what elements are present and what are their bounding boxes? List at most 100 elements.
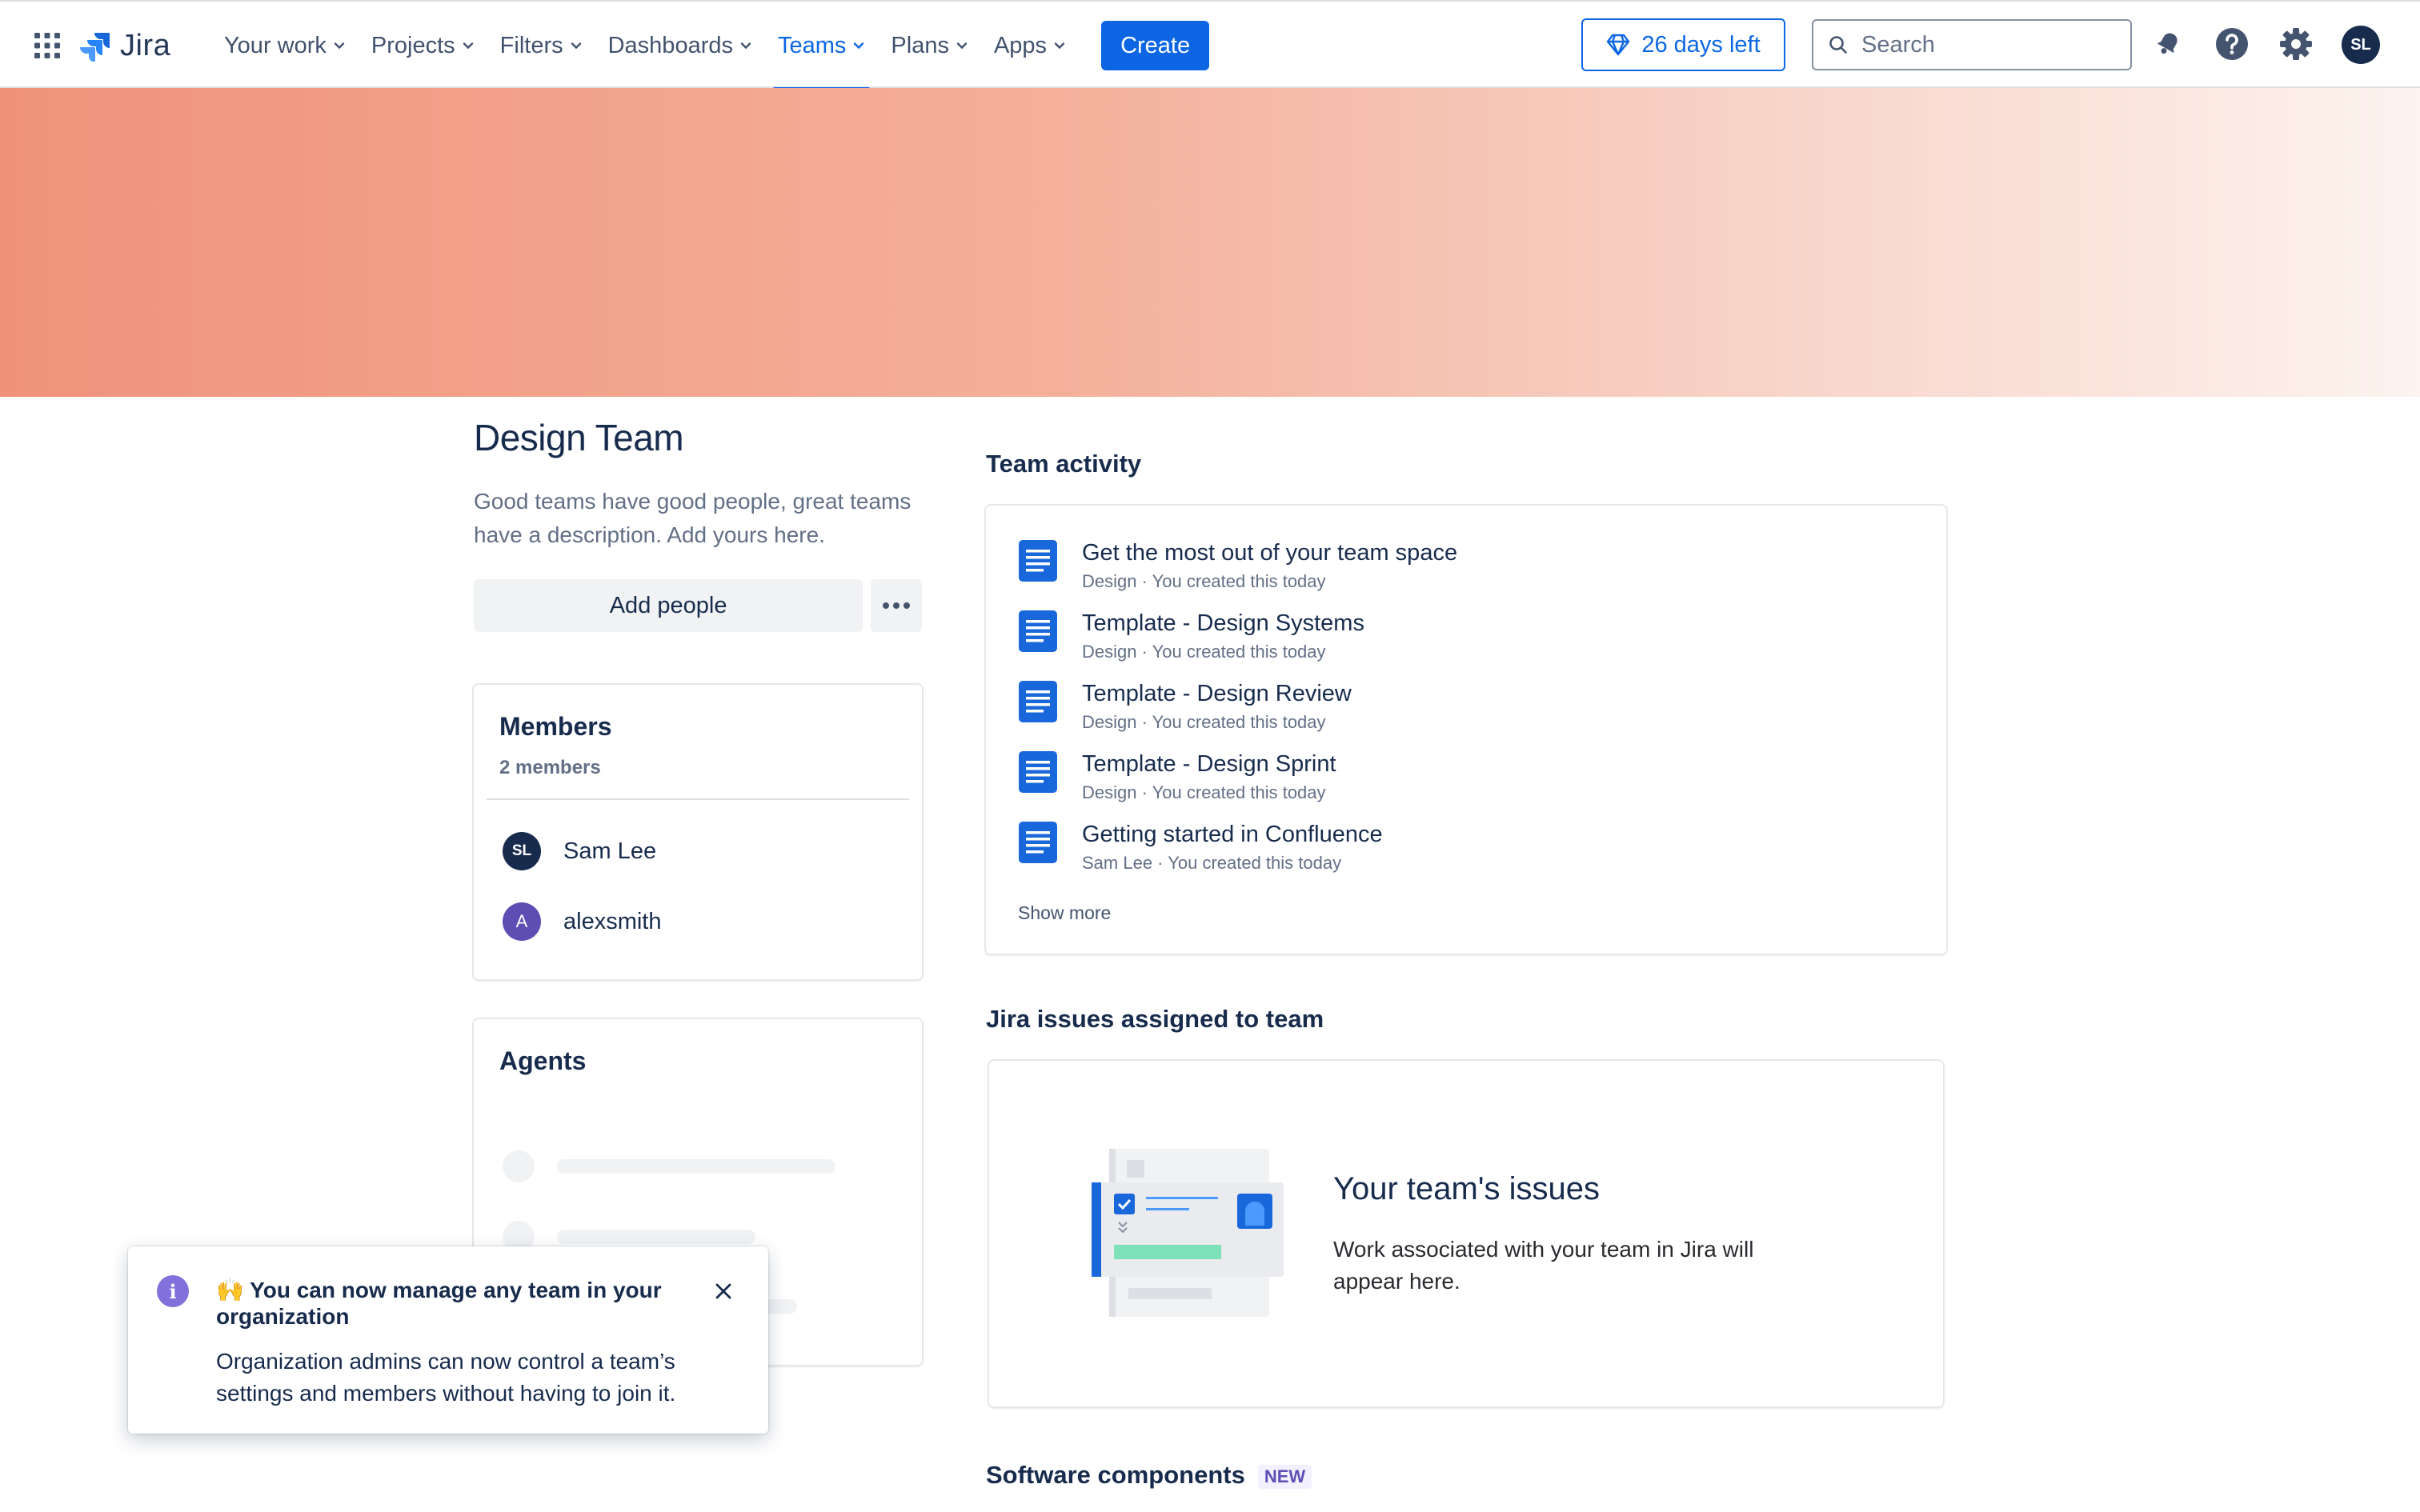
issues-empty-heading: Your team's issues: [1333, 1171, 1600, 1206]
close-icon: [715, 1283, 731, 1299]
activity-title: Getting started in Confluence: [1082, 822, 1383, 847]
chevron-down-icon: [571, 42, 581, 50]
search-input[interactable]: [1860, 30, 2119, 59]
create-button[interactable]: Create: [1101, 21, 1210, 70]
document-icon: [1019, 540, 1057, 582]
nav-label: Filters: [499, 32, 563, 58]
activity-item[interactable]: Get the most out of your team space Desig…: [1018, 539, 1457, 592]
loading-skeleton-avatar: [503, 1150, 535, 1182]
nav-dashboards[interactable]: Dashboards: [595, 2, 765, 90]
avatar: SL: [503, 832, 541, 870]
team-title: Design Team: [474, 417, 684, 458]
apps-grid-icon[interactable]: [34, 32, 61, 59]
activity-title: Get the most out of your team space: [1082, 540, 1458, 566]
activity-item[interactable]: Getting started in Confluence Sam Lee · Y…: [1018, 821, 1383, 874]
activity-meta: Sam Lee · You created this today: [1082, 853, 1342, 873]
avatar: A: [503, 902, 541, 941]
nav-projects[interactable]: Projects: [359, 2, 487, 90]
document-icon: [1019, 751, 1057, 793]
empty-issues-illustration: [1092, 1149, 1284, 1317]
settings-gear-icon: [2280, 28, 2312, 60]
help-icon: [2216, 28, 2248, 60]
activity-meta: Design · You created this today: [1082, 782, 1326, 802]
search-icon: [1829, 36, 1847, 54]
activity-meta: Design · You created this today: [1082, 571, 1326, 591]
nav-label: Teams: [777, 32, 847, 58]
chevron-down-icon: [1054, 42, 1065, 50]
nav-label: Your work: [224, 32, 327, 58]
main-nav: Your work Projects Filters Dashboards Te…: [211, 2, 1210, 91]
nav-label: Plans: [891, 32, 949, 58]
nav-filters[interactable]: Filters: [487, 2, 595, 90]
document-icon: [1019, 822, 1057, 863]
gem-icon: [1607, 34, 1630, 56]
more-horizontal-icon: [883, 602, 911, 609]
activity-item[interactable]: Template - Design Systems Design · You cr…: [1018, 610, 1364, 662]
info-flag-notification: i 🙌 You can now manage any team in your …: [128, 1246, 768, 1434]
user-avatar[interactable]: SL: [2342, 26, 2380, 64]
activity-meta: Design · You created this today: [1082, 642, 1326, 662]
members-card: Members 2 members SL Sam Lee A alexsmith: [474, 685, 922, 979]
add-people-button[interactable]: Add people: [474, 579, 863, 632]
issues-empty-description: Work associated with your team in Jira w…: [1333, 1237, 1754, 1294]
jira-logo-icon: [80, 33, 110, 62]
more-actions-button[interactable]: [871, 579, 922, 632]
trial-label: 26 days left: [1641, 31, 1761, 58]
top-navigation-bar: Jira Your work Projects Filters Dashboar…: [0, 0, 2420, 91]
member-row[interactable]: SL Sam Lee: [503, 832, 656, 870]
chevron-down-icon: [740, 42, 751, 50]
notification-bell-icon: [2157, 33, 2178, 54]
member-name: Sam Lee: [563, 838, 657, 864]
nav-label: Projects: [371, 32, 455, 58]
team-activity-heading: Team activity: [986, 450, 1142, 478]
show-more-link[interactable]: Show more: [1018, 902, 1111, 924]
nav-your-work[interactable]: Your work: [211, 2, 359, 90]
software-components-heading: Software components NEW: [986, 1461, 1312, 1490]
agents-title: Agents: [499, 1046, 587, 1075]
members-divider: [487, 798, 909, 800]
members-count: 2 members: [499, 757, 601, 778]
jira-logo[interactable]: Jira: [80, 26, 170, 66]
chevron-down-icon: [854, 42, 864, 50]
flag-title: 🙌 You can now manage any team in your or…: [216, 1278, 662, 1329]
jira-logo-text: Jira: [120, 28, 171, 62]
activity-item[interactable]: Template - Design Sprint Design · You cre…: [1018, 750, 1336, 803]
nav-label: Apps: [993, 32, 1048, 58]
search-field[interactable]: [1812, 19, 2132, 70]
trial-days-left-button[interactable]: 26 days left: [1581, 18, 1785, 71]
jira-issues-heading: Jira issues assigned to team: [986, 1005, 1324, 1033]
new-badge: NEW: [1257, 1464, 1312, 1489]
jira-issues-card: Your team's issues Work associated with …: [989, 1061, 1943, 1406]
document-icon: [1019, 610, 1057, 652]
member-name: alexsmith: [563, 908, 662, 934]
software-components-title: Software components: [986, 1461, 1245, 1489]
activity-item[interactable]: Template - Design Review Design · You cre…: [1018, 680, 1352, 733]
close-flag-button[interactable]: [711, 1278, 736, 1304]
team-activity-card: Get the most out of your team space Desig…: [986, 506, 1946, 954]
help-button[interactable]: [2212, 24, 2252, 64]
activity-title: Template - Design Sprint: [1082, 751, 1336, 777]
activity-title: Template - Design Systems: [1082, 610, 1364, 636]
chevron-down-icon: [334, 42, 345, 50]
activity-meta: Design · You created this today: [1082, 712, 1326, 732]
nav-teams[interactable]: Teams: [765, 2, 878, 91]
settings-button[interactable]: [2276, 24, 2316, 64]
team-header-banner: [0, 88, 2420, 397]
nav-plans[interactable]: Plans: [878, 2, 981, 90]
member-row[interactable]: A alexsmith: [503, 902, 662, 941]
loading-skeleton-line: [557, 1230, 755, 1244]
team-description[interactable]: Good teams have good people, great teams…: [474, 485, 922, 552]
team-actions: Add people: [474, 579, 922, 632]
notifications-button[interactable]: [2148, 24, 2188, 64]
loading-skeleton-line: [557, 1159, 835, 1174]
activity-title: Template - Design Review: [1082, 681, 1352, 706]
document-icon: [1019, 681, 1057, 722]
info-icon: i: [157, 1275, 189, 1307]
members-title: Members: [499, 712, 612, 741]
nav-label: Dashboards: [607, 32, 733, 58]
team-profile-column: Design Team Good teams have good people,…: [474, 416, 922, 632]
flag-body: Organization admins can now control a te…: [216, 1349, 676, 1406]
chevron-down-icon: [956, 42, 968, 50]
nav-apps[interactable]: Apps: [981, 2, 1079, 90]
chevron-down-icon: [463, 42, 473, 50]
